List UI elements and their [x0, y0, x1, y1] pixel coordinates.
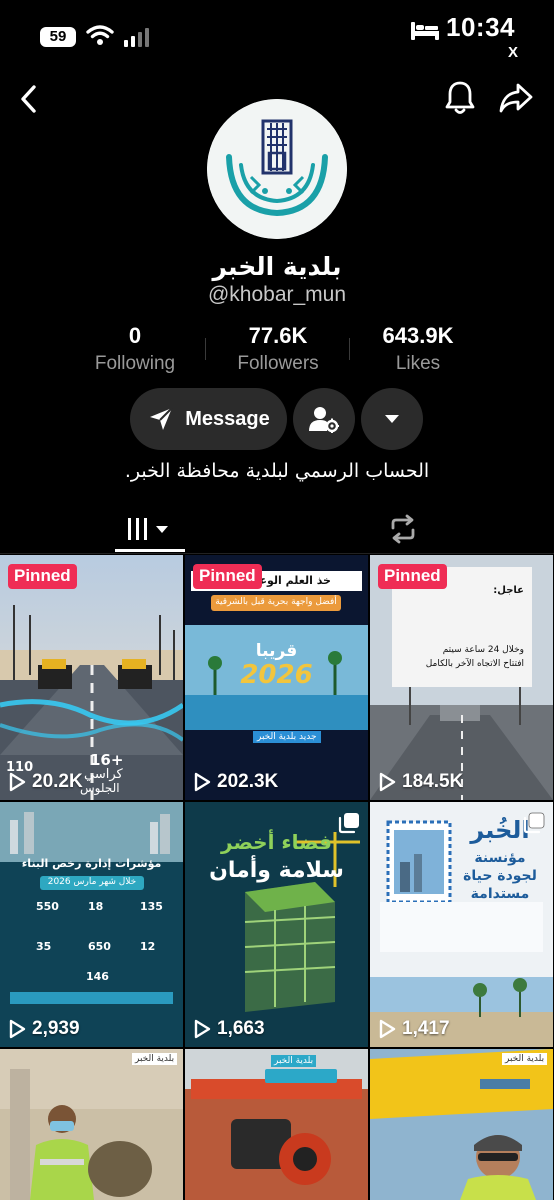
view-count-label: 202.3K — [217, 771, 279, 792]
video-thumbnail — [370, 1049, 553, 1200]
tab-videos[interactable] — [115, 505, 185, 553]
caption-text: مستدامة — [470, 886, 530, 902]
play-icon — [194, 772, 211, 792]
video-tile[interactable]: بلدية الخبر — [370, 1049, 553, 1200]
message-button[interactable]: Message — [130, 388, 287, 450]
video-tile[interactable]: بلدية الخبر — [0, 1049, 183, 1200]
video-thumbnail — [0, 802, 183, 1047]
pinned-badge: Pinned — [378, 564, 447, 589]
view-count-label: 1,417 — [402, 1018, 450, 1039]
caption-text: 18 — [88, 900, 104, 913]
video-thumbnail — [0, 1049, 183, 1200]
multi-photo-icon — [523, 812, 545, 834]
caption-text: أفضل واجهة بحرية قبل بالشرقية — [215, 597, 337, 607]
following-count: 0 — [128, 323, 142, 348]
multi-photo-icon — [338, 813, 359, 834]
display-name: بلدية الخبر — [212, 252, 342, 281]
stat-divider — [349, 338, 350, 360]
caption-text: مؤنسنة — [474, 850, 526, 866]
view-count: 1,663 — [193, 1018, 265, 1040]
view-count-label: 1,663 — [217, 1018, 265, 1039]
message-label: Message — [185, 407, 270, 430]
repost-icon — [391, 514, 415, 544]
caption-text: بلدية الخبر — [502, 1053, 548, 1065]
bell-icon[interactable] — [444, 80, 476, 116]
caption-text: 12 — [140, 940, 156, 953]
pinned-badge: Pinned — [193, 564, 262, 589]
battery-indicator: 59 — [40, 27, 76, 47]
active-tab-indicator — [115, 549, 185, 552]
stat-divider — [205, 338, 206, 360]
following-stat[interactable]: 0 Following — [80, 323, 190, 375]
caption-text: افتتاح الاتجاه الآخر بالكامل — [425, 659, 524, 669]
signal-icon — [124, 28, 149, 47]
view-count: 202.3K — [193, 771, 278, 793]
video-thumbnail — [185, 1049, 368, 1200]
video-tile[interactable]: خذ العلم الوعد نهاية أفضل واجهة بحرية قب… — [185, 555, 368, 800]
video-tile[interactable]: +16 كراسي الجلوس 110 Pinned 20.2K — [0, 555, 183, 800]
bio: الحساب الرسمي لبلدية محافظة الخبر. — [124, 460, 430, 482]
followers-count: 77.6K — [248, 323, 308, 348]
wifi-icon — [86, 25, 114, 45]
play-icon — [9, 1019, 26, 1039]
clock: 10:34 — [446, 12, 515, 42]
username: @khobar_mun — [207, 283, 347, 306]
video-tile[interactable]: مؤشرات إدارة رخص البناء خلال شهر مارس 20… — [0, 802, 183, 1047]
profile-settings-button[interactable] — [293, 388, 355, 450]
play-icon — [379, 1019, 396, 1039]
caption-text: لجودة حياة — [463, 868, 537, 884]
back-icon[interactable] — [18, 84, 40, 114]
video-tile[interactable]: الخُبر مؤنسنة لجودة حياة مستدامة 1,417 — [370, 802, 553, 1047]
video-tile[interactable]: بلدية الخبر — [185, 1049, 368, 1200]
view-count-label: 20.2K — [32, 771, 83, 792]
caption-text: 2026 — [240, 660, 313, 690]
caption-text: خلال شهر مارس 2026 — [47, 877, 137, 887]
view-count-label: 184.5K — [402, 771, 464, 792]
play-icon — [194, 1019, 211, 1039]
followers-stat[interactable]: 77.6K Followers — [218, 323, 338, 375]
caption-text: مؤشرات إدارة رخص البناء — [21, 857, 162, 870]
user-settings-icon — [309, 407, 339, 433]
status-bar: 59 10:34 X — [0, 0, 554, 61]
view-count: 2,939 — [8, 1018, 80, 1040]
caption-text: قريبا — [255, 641, 298, 661]
caption-text: 650 — [88, 940, 111, 953]
send-icon — [150, 407, 173, 430]
caption-text: 35 — [36, 940, 52, 953]
videos-grid-icon — [128, 518, 168, 540]
tab-divider — [0, 553, 554, 554]
khobar-municipality-logo — [207, 99, 347, 239]
view-count: 1,417 — [378, 1018, 450, 1040]
pinned-badge: Pinned — [8, 564, 77, 589]
following-label: Following — [94, 353, 176, 374]
likes-label: Likes — [395, 353, 441, 374]
caret-down-icon — [385, 415, 399, 423]
likes-count: 643.9K — [382, 323, 454, 348]
caption-text: بلدية الخبر — [132, 1053, 178, 1065]
caption-text: 550 — [36, 900, 59, 913]
video-tile[interactable]: عاجل: وخلال 24 ساعة سيتم افتتاح الاتجاه … — [370, 555, 553, 800]
caption-text: 135 — [140, 900, 163, 913]
caption-text: وخلال 24 ساعة سيتم — [442, 645, 524, 655]
view-count: 184.5K — [378, 771, 463, 793]
followers-label: Followers — [237, 353, 319, 374]
share-icon[interactable] — [498, 82, 534, 114]
sleep-focus-icon — [411, 22, 439, 40]
view-count: 20.2K — [8, 771, 83, 793]
x-label: X — [508, 44, 519, 61]
play-icon — [379, 772, 396, 792]
likes-stat[interactable]: 643.9K Likes — [360, 323, 476, 375]
more-options-button[interactable] — [361, 388, 423, 450]
caption-text: كراسي — [84, 767, 123, 782]
caption-text: سلامة وأمان — [209, 858, 344, 883]
caption-text: بلدية الخبر — [271, 1055, 317, 1067]
caption-text: جديد بلدية الخبر — [253, 731, 321, 743]
play-icon — [9, 772, 26, 792]
caption-text: 146 — [86, 970, 109, 983]
tab-reposts[interactable] — [380, 505, 426, 553]
caption-text: الجلوس — [80, 781, 120, 795]
avatar[interactable] — [207, 99, 347, 239]
video-tile[interactable]: فضاء أخضر سلامة وأمان 1,663 — [185, 802, 368, 1047]
view-count-label: 2,939 — [32, 1018, 80, 1039]
